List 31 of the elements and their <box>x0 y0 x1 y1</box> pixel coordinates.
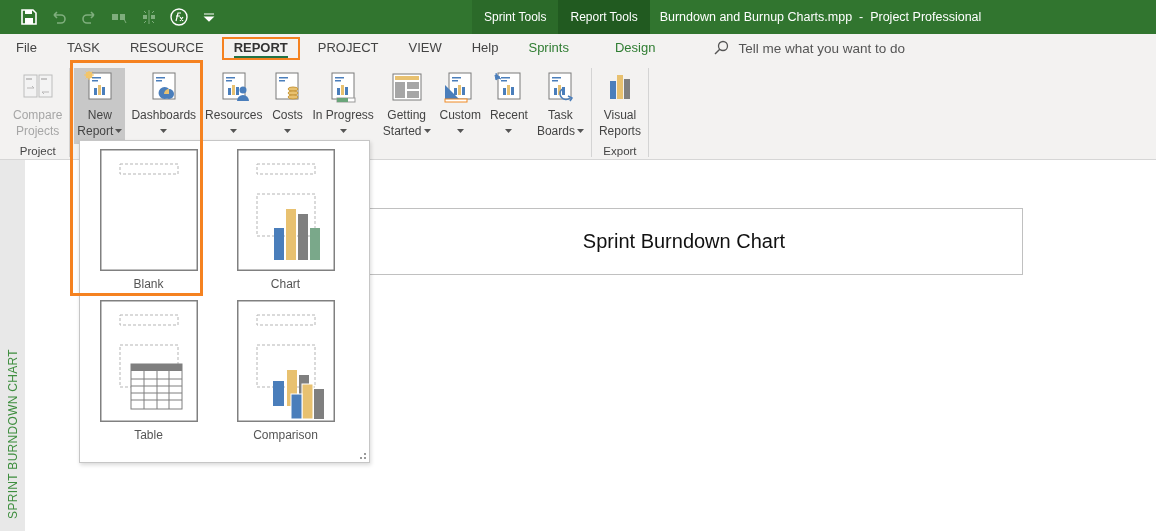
group-label: Export <box>602 145 638 157</box>
report-template-item[interactable]: Comparison <box>225 300 346 451</box>
contextual-tab-header: Sprint Tools <box>472 0 559 34</box>
ribbon-tab[interactable]: TASK <box>54 37 112 60</box>
layout-report-icon <box>390 71 423 103</box>
ribbon-button[interactable]: Recent <box>486 68 531 144</box>
view-label: SPRINT BURNDOWN CHART <box>5 349 20 519</box>
ribbon-tab[interactable]: File <box>4 37 49 60</box>
ribbon-button[interactable]: Custom <box>436 68 484 144</box>
ribbon-tab[interactable]: RESOURCE <box>117 37 216 60</box>
resize-grip-icon[interactable] <box>360 453 366 459</box>
ribbon-tab[interactable]: Help <box>459 37 511 60</box>
formula-icon[interactable] <box>169 7 189 27</box>
ribbon-tab[interactable]: PROJECT <box>305 37 391 60</box>
tell-me-search-field[interactable]: Tell me what you want to do <box>738 40 905 56</box>
ribbon-button[interactable]: Visual Reports <box>595 68 644 141</box>
ribbon-tab[interactable]: Design <box>602 37 668 60</box>
ribbon-button[interactable]: Task Boards <box>533 68 587 144</box>
ribbon-button[interactable]: New Report <box>74 68 126 144</box>
window-title: Burndown and Burnup Charts.mpp - Project Professional <box>658 9 982 26</box>
search-icon <box>713 40 730 56</box>
ribbon-button[interactable]: Getting Started <box>379 68 434 144</box>
ribbon-tab[interactable]: VIEW <box>396 37 454 60</box>
report-template-item[interactable]: Chart <box>225 149 346 300</box>
contextual-tab-header: Report Tools <box>558 0 650 34</box>
ribbon-tab[interactable]: Sprints <box>516 37 581 60</box>
group-label: Project <box>18 145 57 157</box>
report-template-item[interactable]: Table <box>88 300 209 451</box>
save-icon[interactable] <box>19 7 39 27</box>
ribbon-tab[interactable]: REPORT <box>221 37 300 60</box>
report-template-item[interactable]: Blank <box>88 149 209 300</box>
